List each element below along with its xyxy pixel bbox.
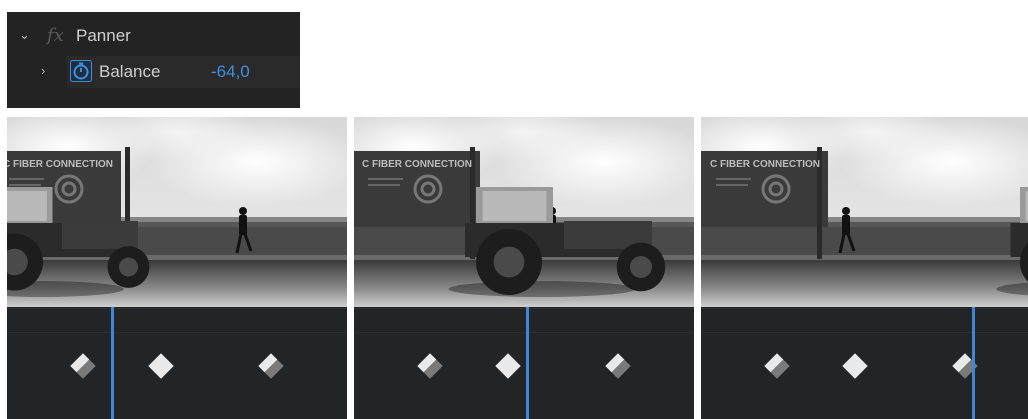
keyframe-timeline[interactable] [354,307,694,419]
timeline-track-divider [354,308,694,309]
keyframe-diamond-half[interactable] [258,353,284,379]
timeline-track-divider [7,332,347,333]
video-frame-2: C FIBER CONNECTION [354,117,694,419]
video-frame-1: C FIBER CONNECTION [7,117,347,419]
keyframe-diamond-half[interactable] [764,353,790,379]
keyframe-timeline[interactable] [701,307,1028,419]
keyframe-diamond-half[interactable] [417,353,443,379]
chevron-right-icon[interactable]: › [41,64,45,77]
scene-image: C FIBER CONNECTION [7,117,347,307]
playhead[interactable] [111,307,114,419]
keyframe-timeline[interactable] [7,307,347,419]
keyframe-diamond[interactable] [148,353,174,379]
keyframe-diamond-half[interactable] [605,353,631,379]
parameter-name: Balance [99,62,161,81]
balance-value[interactable]: -64,0 [211,62,250,82]
playhead[interactable] [526,307,529,419]
parameter-row-balance[interactable]: › Balance -64,0 [7,54,300,90]
timeline-track-divider [354,332,694,333]
billboard-text: C FIBER CONNECTION [710,159,820,170]
chevron-down-icon[interactable]: ⌄ [19,28,30,41]
timeline-track-divider [701,332,1028,333]
effect-row-panner[interactable]: ⌄ fx Panner [7,18,300,54]
keyframe-diamond[interactable] [495,353,521,379]
keyframe-diamond-half[interactable] [70,353,96,379]
keyframe-diamond[interactable] [842,353,868,379]
effect-controls-panel: ⌄ fx Panner › Balance -64,0 [7,12,300,108]
stopwatch-icon[interactable] [70,60,92,82]
timeline-track-divider [701,308,1028,309]
playhead[interactable] [972,307,975,419]
video-frame-3: C FIBER CONNECTION [701,117,1028,419]
billboard-text: C FIBER CONNECTION [7,159,113,170]
timeline-track-divider [7,308,347,309]
scene-image: C FIBER CONNECTION [354,117,694,307]
billboard-text: C FIBER CONNECTION [362,159,472,170]
effect-name: Panner [76,26,131,45]
scene-image: C FIBER CONNECTION [701,117,1028,307]
fx-badge[interactable]: fx [47,25,64,46]
